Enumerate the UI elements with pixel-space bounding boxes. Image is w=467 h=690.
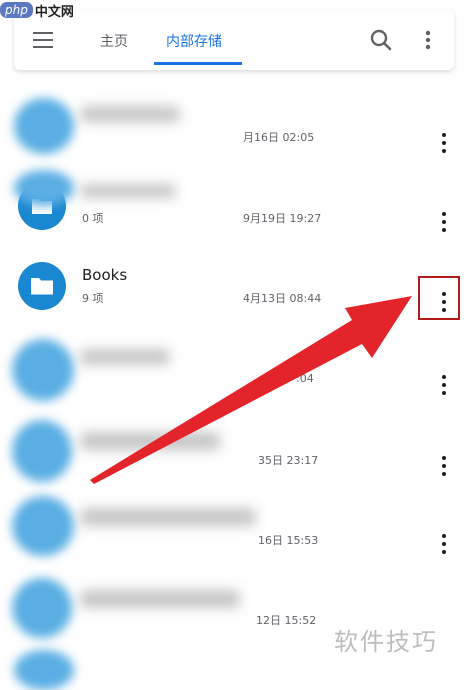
blurred-text xyxy=(80,590,240,608)
watermark-cn: 中文网 xyxy=(34,4,74,20)
more-vert-icon[interactable] xyxy=(416,25,440,55)
blurred-text xyxy=(80,508,256,526)
item-date: :04 xyxy=(296,372,314,385)
blurred-text xyxy=(80,184,176,198)
item-date: 16日 15:53 xyxy=(258,534,319,547)
item-date: 月16日 02:05 xyxy=(243,131,315,144)
item-count: 0 项 xyxy=(82,212,104,225)
blurred-text xyxy=(80,432,220,450)
list-item[interactable]: 16日 15:53 xyxy=(0,492,467,574)
blurred-avatar xyxy=(14,98,74,154)
more-vert-icon[interactable] xyxy=(434,530,454,560)
item-date: 12日 15:52 xyxy=(256,614,317,627)
site-watermark: php 中文网 xyxy=(0,0,90,20)
item-title: Books xyxy=(82,266,128,284)
blurred-avatar xyxy=(14,170,74,206)
tab-internal-storage[interactable]: 内部存储 xyxy=(166,31,222,51)
list-item[interactable]: :04 xyxy=(0,335,467,417)
active-tab-indicator xyxy=(154,62,242,65)
list-item[interactable]: 0 项 9月19日 19:27 xyxy=(0,170,467,252)
blurred-avatar xyxy=(12,578,72,638)
item-date: 9月19日 19:27 xyxy=(243,212,322,225)
blurred-avatar xyxy=(14,650,74,690)
tab-home[interactable]: 主页 xyxy=(100,31,128,51)
more-vert-icon[interactable] xyxy=(434,371,454,401)
list-item-books[interactable]: Books 9 项 4月13日 08:44 xyxy=(0,252,467,334)
more-vert-icon[interactable] xyxy=(434,452,454,482)
highlight-box xyxy=(418,276,460,320)
more-vert-icon[interactable] xyxy=(434,208,454,238)
blurred-text xyxy=(80,106,180,122)
list-item[interactable]: 35日 23:17 xyxy=(0,414,467,496)
item-date: 4月13日 08:44 xyxy=(243,292,322,305)
list-item[interactable]: 月16日 02:05 xyxy=(0,96,467,178)
blurred-avatar xyxy=(12,339,74,401)
blurred-avatar xyxy=(12,496,74,556)
item-count: 9 项 xyxy=(82,292,104,305)
watermark-php: php xyxy=(0,2,33,18)
more-vert-icon[interactable] xyxy=(434,129,454,159)
item-date: 35日 23:17 xyxy=(258,454,319,467)
blurred-avatar xyxy=(12,420,72,482)
blurred-text xyxy=(80,349,170,365)
footer-watermark: 软件技巧 xyxy=(334,628,438,656)
folder-icon xyxy=(18,262,66,310)
search-icon[interactable] xyxy=(366,25,396,55)
menu-icon[interactable] xyxy=(28,28,58,52)
